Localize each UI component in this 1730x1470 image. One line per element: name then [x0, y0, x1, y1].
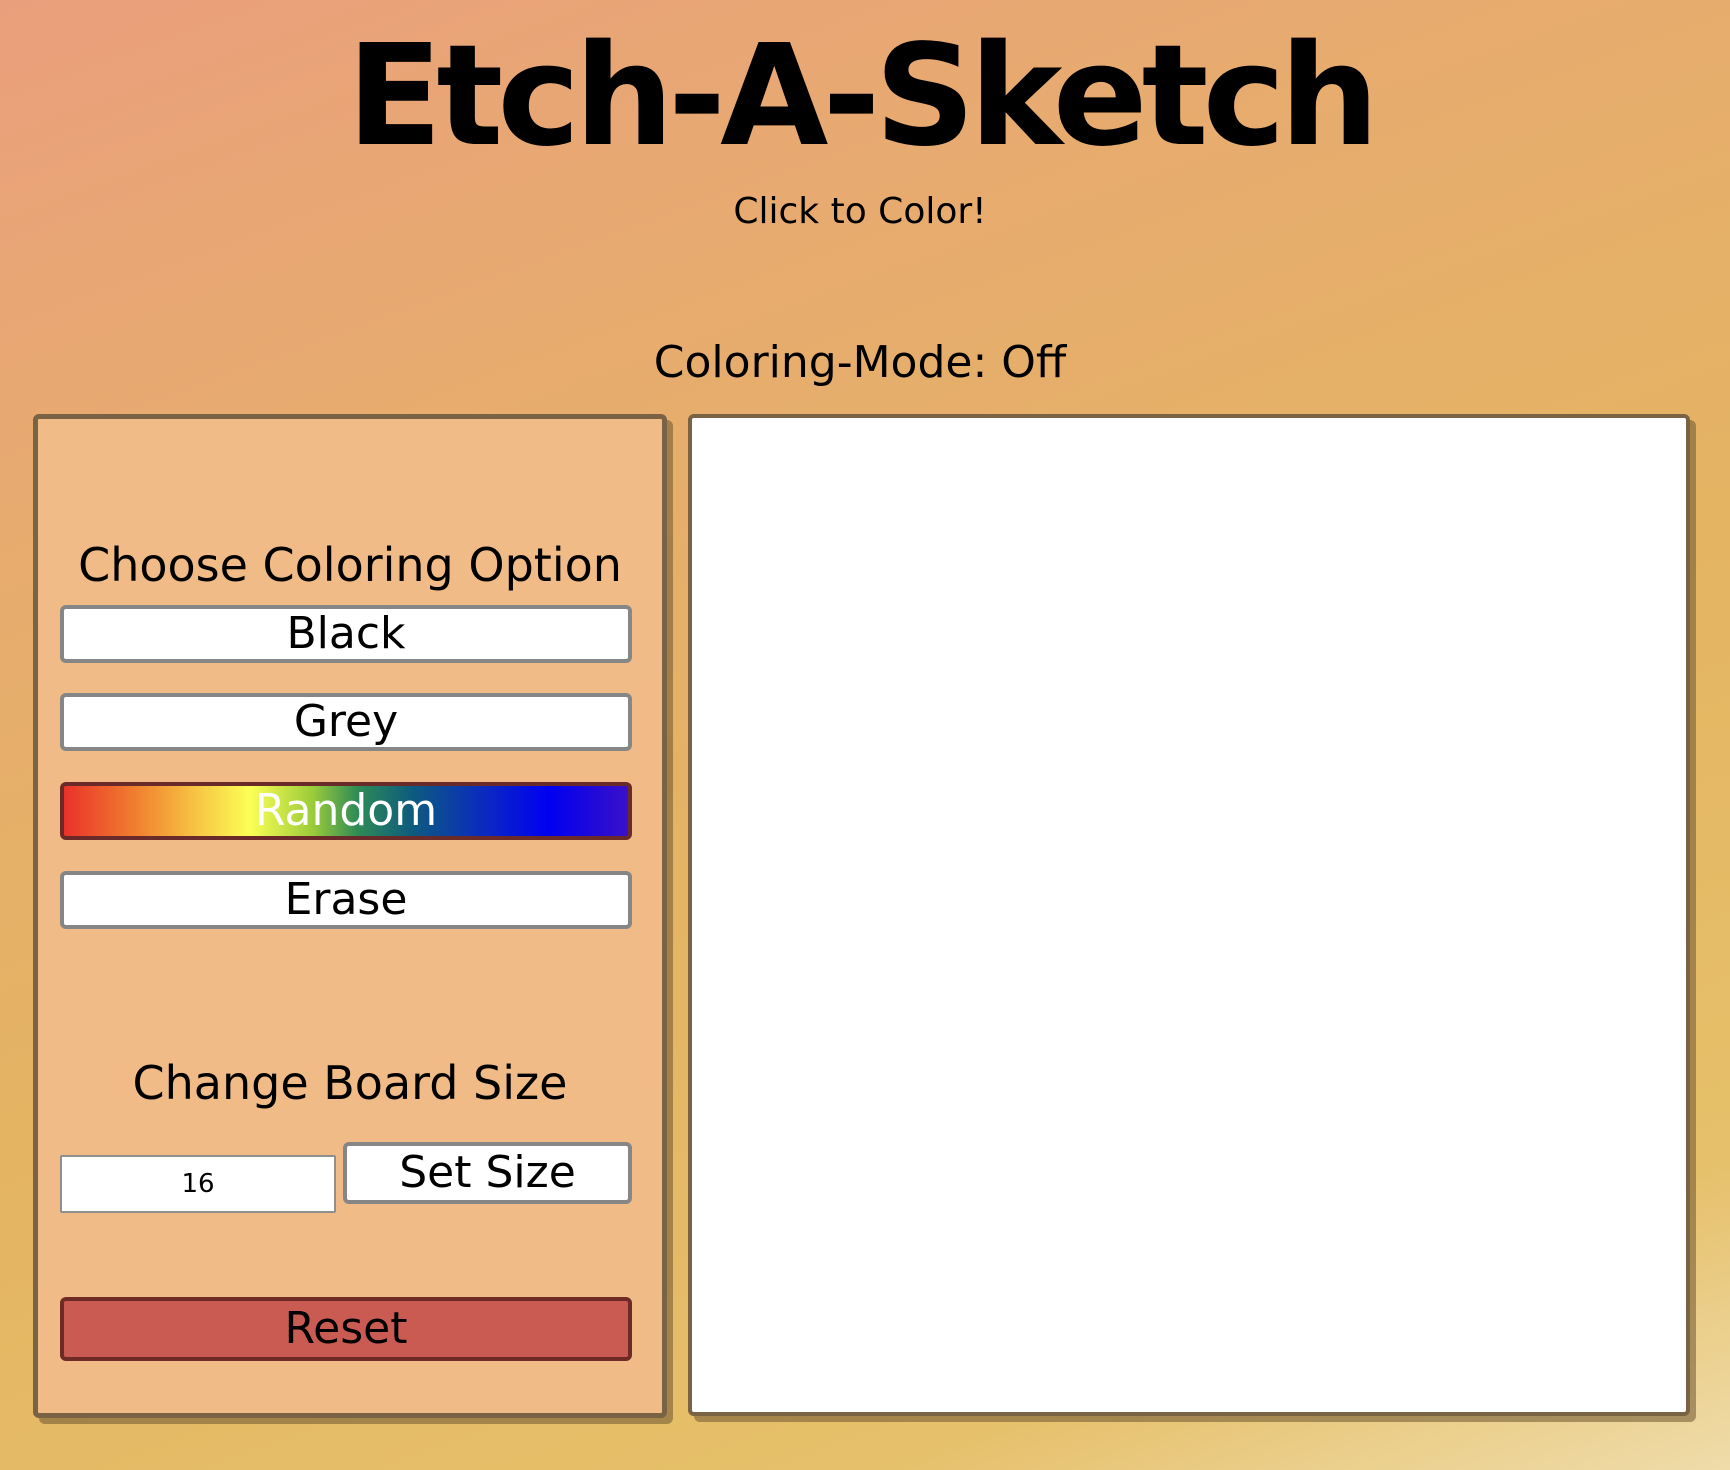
grey-button[interactable]: Grey	[60, 693, 632, 751]
page-title: Etch-A-Sketch	[346, 15, 1379, 178]
reset-button[interactable]: Reset	[60, 1297, 632, 1361]
coloring-option-heading: Choose Coloring Option	[78, 538, 622, 592]
subtitle: Click to Color!	[733, 191, 987, 232]
sketch-board[interactable]	[688, 414, 1690, 1416]
black-button[interactable]: Black	[60, 605, 632, 663]
coloring-mode-status: Coloring-Mode: Off	[653, 337, 1067, 388]
erase-button[interactable]: Erase	[60, 871, 632, 929]
set-size-button[interactable]: Set Size	[343, 1142, 632, 1204]
random-button[interactable]: Random	[60, 782, 632, 840]
board-size-input[interactable]	[60, 1155, 336, 1213]
board-size-heading: Change Board Size	[132, 1056, 568, 1110]
control-panel: Choose Coloring Option Black Grey Random…	[33, 414, 667, 1418]
